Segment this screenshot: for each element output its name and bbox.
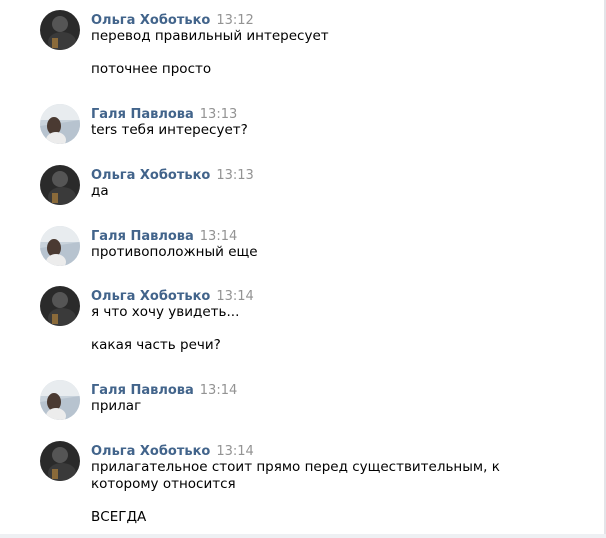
message-text: да (91, 183, 109, 199)
galya-avatar-icon (40, 380, 80, 420)
author-name[interactable]: Галя Павлова (91, 229, 194, 244)
olga-avatar-icon (40, 441, 80, 481)
message-text: ters тебя интересует? (91, 122, 248, 138)
author-name[interactable]: Галя Павлова (91, 383, 194, 398)
message-text: ВСЕГДА (91, 509, 147, 525)
message-time[interactable]: 13:14 (200, 383, 237, 398)
message-text: прилагательное стоит прямо перед существ… (91, 459, 500, 492)
message-text: я что хочу увидеть... (91, 304, 240, 320)
message-time[interactable]: 13:14 (216, 444, 253, 459)
author-name[interactable]: Ольга Хоботько (91, 289, 210, 304)
author-name[interactable]: Галя Павлова (91, 107, 194, 122)
message-text: поточнее просто (91, 61, 212, 77)
message-time[interactable]: 13:13 (200, 107, 237, 122)
message-text: перевод правильный интересует (91, 28, 329, 44)
message-text: противоположный еще (91, 244, 258, 260)
olga-avatar-icon (40, 165, 80, 205)
avatar[interactable] (40, 380, 80, 420)
avatar[interactable] (40, 104, 80, 144)
avatar[interactable] (40, 441, 80, 481)
message-time[interactable]: 13:12 (216, 13, 253, 28)
avatar[interactable] (40, 286, 80, 326)
message-time[interactable]: 13:14 (216, 289, 253, 304)
message-time[interactable]: 13:14 (200, 229, 237, 244)
avatar[interactable] (40, 10, 80, 50)
author-name[interactable]: Ольга Хоботько (91, 13, 210, 28)
avatar[interactable] (40, 165, 80, 205)
bottom-edge (0, 534, 606, 538)
galya-avatar-icon (40, 104, 80, 144)
olga-avatar-icon (40, 10, 80, 50)
avatar[interactable] (40, 226, 80, 266)
message-text: какая часть речи? (91, 337, 221, 353)
message-text: прилаг (91, 398, 142, 414)
galya-avatar-icon (40, 226, 80, 266)
message-time[interactable]: 13:13 (216, 168, 253, 183)
author-name[interactable]: Ольга Хоботько (91, 168, 210, 183)
author-name[interactable]: Ольга Хоботько (91, 444, 210, 459)
olga-avatar-icon (40, 286, 80, 326)
chat-history: Ольга Хоботько 13:12 перевод правильный и… (0, 0, 606, 538)
